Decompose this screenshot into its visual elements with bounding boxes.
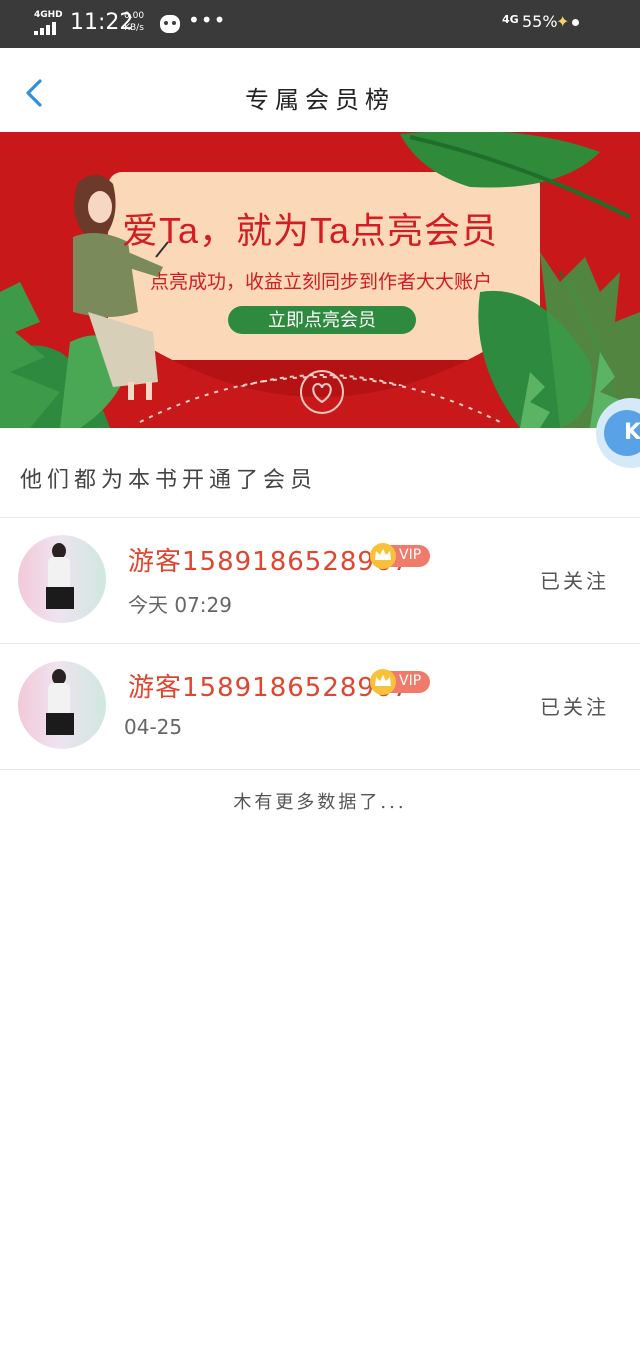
- follow-status-button[interactable]: 已关注: [540, 691, 609, 720]
- crown-icon: [370, 669, 396, 695]
- more-notifications-icon: •••: [188, 8, 227, 32]
- signal-icon: 4GHD: [34, 10, 64, 36]
- member-name: 游客1589186528967: [128, 547, 411, 577]
- page-title: 专属会员榜: [245, 86, 395, 114]
- vip-badge: VIP: [370, 669, 430, 695]
- banner-headline: 爱Ta，就为Ta点亮会员: [122, 210, 499, 251]
- member-date: 04-25: [124, 715, 183, 739]
- member-row[interactable]: 游客1589186528967 VIP 今天 07:29 已关注: [0, 517, 640, 643]
- notification-dot-icon: [572, 19, 579, 26]
- vip-badge-label: VIP: [399, 547, 422, 563]
- follow-status-button[interactable]: 已关注: [540, 565, 609, 594]
- section-title: 他们都为本书开通了会员: [20, 468, 318, 493]
- vip-promo-banner[interactable]: 爱Ta，就为Ta点亮会员 点亮成功，收益立刻同步到作者大大账户 立即点亮会员: [0, 132, 640, 428]
- battery-level: 55%: [522, 12, 558, 31]
- avatar[interactable]: [18, 535, 106, 623]
- no-more-data-text: 木有更多数据了...: [233, 792, 407, 813]
- network-speed: 0.00 KB/s: [124, 10, 144, 34]
- network-type: 4GHD: [34, 10, 63, 20]
- light-up-vip-button[interactable]: 立即点亮会员: [228, 306, 416, 334]
- status-bar: 4GHD 11:22 0.00 KB/s ••• 4G 55% ✦: [0, 0, 640, 48]
- network-type-right: 4G: [502, 13, 519, 26]
- banner-subtitle: 点亮成功，收益立刻同步到作者大大账户: [150, 272, 493, 293]
- floating-assist-label: K: [604, 410, 640, 456]
- network-speed-value: 0.00: [124, 11, 145, 21]
- vip-badge-label: VIP: [399, 673, 422, 689]
- network-speed-unit: KB/s: [124, 23, 144, 33]
- heart-seal-icon: [300, 370, 344, 414]
- member-name: 游客1589186528967: [128, 673, 411, 703]
- crown-icon: [370, 543, 396, 569]
- app-notification-icon: [160, 15, 180, 33]
- member-date: 今天 07:29: [128, 593, 232, 617]
- vip-badge: VIP: [370, 543, 430, 569]
- member-row[interactable]: 游客1589186528967 VIP 04-25 已关注: [0, 643, 640, 769]
- divider: [0, 769, 640, 770]
- sparkle-icon: ✦: [556, 12, 570, 31]
- avatar[interactable]: [18, 661, 106, 749]
- nav-header: 专属会员榜: [0, 48, 640, 132]
